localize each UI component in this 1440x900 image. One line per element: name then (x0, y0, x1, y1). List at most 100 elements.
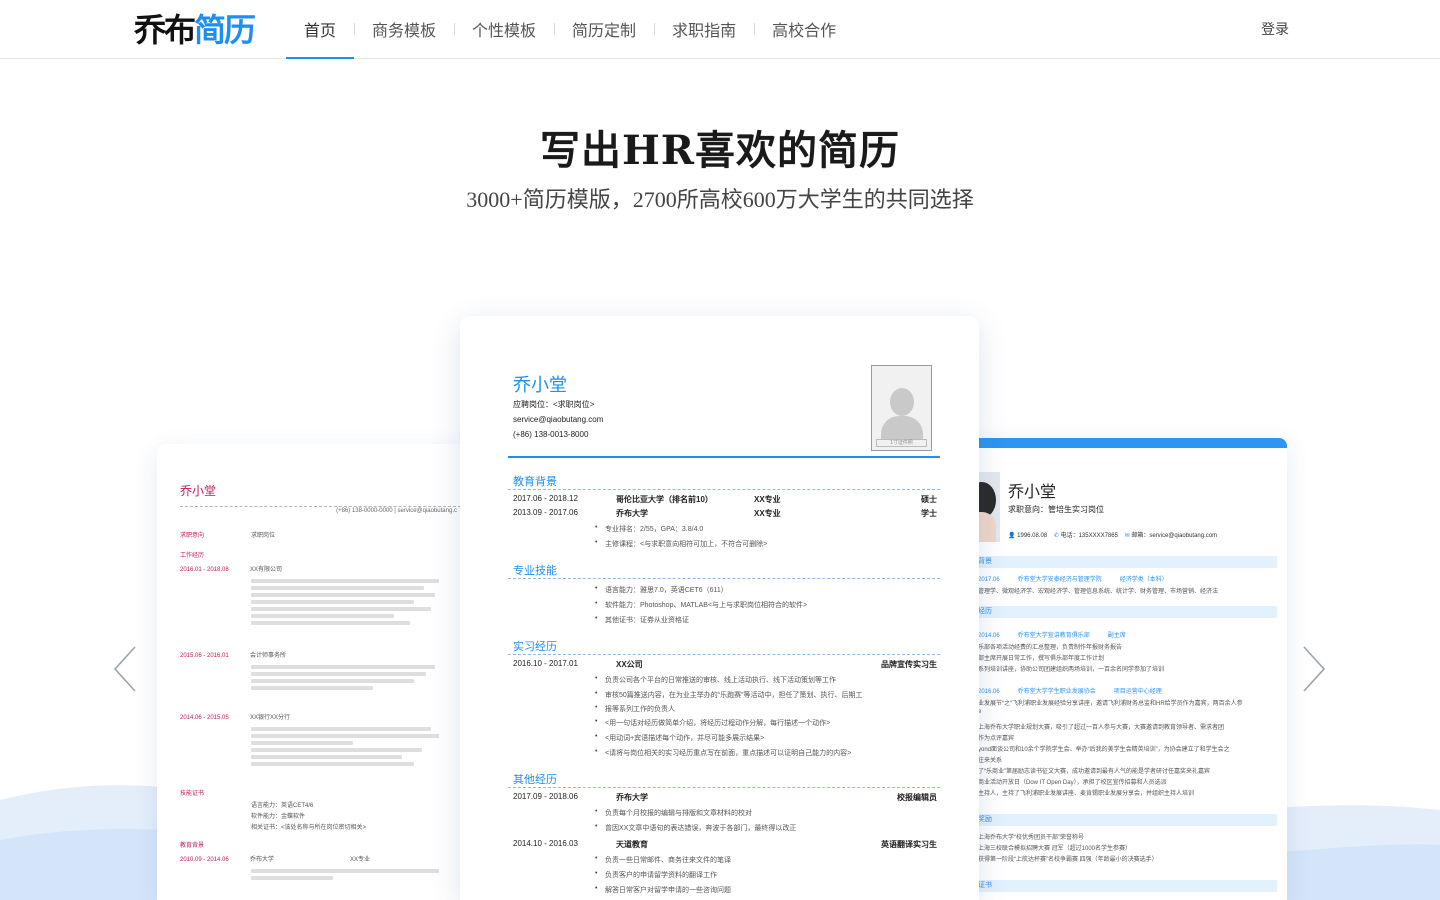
resume-left-section-skills: 技能证书 (180, 791, 205, 797)
resume-center-section-skills: 专业技能 (513, 564, 557, 577)
resume-right-row: 主持人，主持了飞利浦职业发展讲座、麦肯锡职业发展分享会，并组织主持人培训 (978, 791, 1195, 797)
bullet-item: 负责每个月校报的编辑与排版和文章材料的校对 (595, 808, 752, 818)
resume-left-entry: 2015.06 - 2016.01 会计师事务所 (180, 653, 287, 659)
resume-left-entry-text (251, 662, 455, 693)
resume-left-skill: 相关证书：<该处名称与所在岗位密切相关> (251, 825, 367, 831)
resume-right-section-bar: 经历 (978, 606, 1277, 618)
resume-right-meta: 👤 1996.08.08 ✆ 电话：135XXXX7865 ✉ 邮箱：servi… (1008, 533, 1218, 539)
resume-right-section-bar: 背景 (978, 556, 1277, 568)
resume-left-entry-text (251, 724, 455, 769)
resume-right-row: 获得第一阶段“上航达杯赛”名校争霸赛 四强（年龄最小的决赛选手） (978, 857, 1158, 863)
bullet-item: 负责客户的申请留学资料的翻译工作 (595, 870, 717, 880)
top-header: 乔布 简历 首页 商务模板 个性模板 简历定制 求职指南 高校合作 登录 (0, 0, 1440, 59)
site-logo[interactable]: 乔布 简历 (134, 8, 256, 49)
resume-right-section-bar: 奖励 (978, 814, 1277, 826)
divider (508, 787, 940, 788)
photo-caption: 1寸证件照 (876, 439, 927, 447)
resume-right-row: 作为点评嘉宾 (978, 736, 1015, 742)
resume-center-phone: (+86) 138-0013-8000 (513, 430, 589, 439)
bullet-item: <请将与岗位相关的实习经历重点写在前面，重点描述可以证明自己能力的内容> (595, 748, 851, 758)
bullet-item: 软件能力：Photoshop、MATLAB<与上与求职岗位相符合的软件> (595, 600, 807, 610)
resume-left-entry-text (251, 576, 455, 628)
hero-subtitle: 3000+简历模版，2700所高校600万大学生的共同选择 (466, 187, 974, 212)
resume-photo-placeholder: 1寸证件照 (871, 365, 932, 451)
resume-center-email: service@qiaobutang.com (513, 415, 604, 424)
chevron-right-icon[interactable] (1302, 645, 1326, 693)
resume-right-name: 乔小堂 (1008, 482, 1057, 501)
divider (508, 578, 940, 579)
resume-left-intent-value: 求职岗位 (251, 533, 276, 539)
resume-right-row: 上海乔布大学职业规划大赛，吸引了超过一百人参与大赛，大赛邀请到教育领导者、需求者… (978, 725, 1225, 731)
resume-right-row: 往来关系 (978, 758, 1003, 764)
divider (180, 506, 461, 507)
bullet-item: 负责一些日常邮件、商务往来文件的笔译 (595, 855, 731, 865)
resume-left-entry-text (251, 866, 455, 883)
resume-right-row: 部主席开展日常工作，撰写俱乐部年度工作计划 (978, 656, 1105, 662)
resume-center-name: 乔小堂 (513, 375, 567, 396)
resume-card-center[interactable]: 乔小堂 应聘岗位：<求职岗位> service@qiaobutang.com (… (460, 316, 979, 900)
resume-left-contact: (+86) 138-0000-0000 | service@qiaobutang… (336, 508, 457, 514)
bullet-item: 曾因XX文章中语句的表达错误，奔波于各部门，最终得以改正 (595, 823, 796, 833)
other-row: 2014.10 - 2016.03 天道教育 英语翻译实习生 (513, 839, 937, 849)
hero-title: 写出HR喜欢的简历 (539, 127, 901, 174)
bullet-continuation: 报等系列工作的负责人 (595, 704, 675, 714)
resume-left-entry: 2016.01 - 2018.08 XX有限公司 (180, 567, 283, 573)
bullet-item: 审核50篇推送内容，在为业主举办的“乐跑赛”等活动中，担任了策划、执行、后期工 (595, 690, 862, 700)
resume-center-section-internship: 实习经历 (513, 640, 557, 653)
internship-row: 2016.10 - 2017.01 XX公司 品牌宣传实习生 (513, 659, 937, 669)
bullet-item: 其他证书：证券从业资格证 (595, 615, 689, 625)
resume-left-skill: 软件能力：金蝶软件 (251, 814, 306, 820)
resume-card-right[interactable]: 乔小堂 求职意向：管培生实习岗位 👤 1996.08.08 ✆ 电话：135XX… (978, 438, 1287, 900)
nav-item-custom-resume[interactable]: 简历定制 (554, 0, 654, 58)
main-nav: 首页 商务模板 个性模板 简历定制 求职指南 高校合作 (286, 0, 854, 59)
bullet-item: 语言能力：雅思7.0，英语CET6（611） (595, 585, 728, 595)
resume-right-row: 2017.06 乔布堂大学安泰经济与管理学院 经济学类（本科） (978, 577, 1168, 583)
resume-left-entry: 2014.06 - 2015.05 XX银行XX分行 (180, 715, 291, 721)
resume-center-position: 应聘岗位：<求职岗位> (513, 400, 595, 409)
bullet-item: 解答日常客户对留学申请的一些咨询问题 (595, 885, 731, 895)
bullet-item: 负责公司各个平台的日常推送的审核、线上活动执行、线下活动策划等工作 (595, 675, 836, 685)
resume-right-row: yond面谈公司和10余个学院学生会、举办“后我的美学生会精英培训”，为协会建立… (978, 747, 1230, 753)
resume-right-row: 上海三校联合模拟招聘大赛 冠军（超过1000名学生参赛） (978, 846, 1132, 852)
resume-center-section-education: 教育背景 (513, 475, 557, 488)
logo-text-part1: 乔布 (134, 11, 196, 49)
education-row: 2017.06 - 2018.12 哥伦比亚大学（排名前10） XX专业 硕士 (513, 494, 937, 504)
resume-right-job: 求职意向：管培生实习岗位 (1008, 505, 1104, 514)
nav-item-personal-templates[interactable]: 个性模板 (454, 0, 554, 58)
resume-right-row: 上海乔布大学“校优秀团员干部”荣誉称号 (978, 835, 1084, 841)
resume-left-skill: 语言能力：英语CET4/6 (251, 803, 314, 809)
bullet-item: 专业排名：2/55，GPA：3.8/4.0 (595, 524, 703, 534)
login-link[interactable]: 登录 (1261, 19, 1289, 39)
resume-left-name: 乔小堂 (180, 484, 217, 498)
resume-right-row: 了“乐商业”第届励志读书征文大赛，成功邀请到最有人气的能是学者研讨任嘉奖来礼嘉宾 (978, 769, 1210, 775)
divider (508, 456, 940, 458)
resume-right-row: 2014.06 乔布堂大学宣讲教育俱乐部 副主席 (978, 633, 1126, 639)
resume-right-row: e (978, 709, 982, 715)
nav-item-university-cooperation[interactable]: 高校合作 (754, 0, 854, 58)
resume-right-row: 乐部各项活动经费的汇总整理，负责制作年报财务报告 (978, 645, 1123, 651)
resume-right-row: 系列培训讲座，协助公司团建组织两场培训，一百余名同学参加了培训 (978, 667, 1165, 673)
resume-center-section-other: 其他经历 (513, 773, 557, 786)
nav-item-job-guide[interactable]: 求职指南 (654, 0, 754, 58)
resume-card-left[interactable]: 乔小堂 (+86) 138-0000-0000 | service@qiaobu… (157, 444, 461, 900)
other-row: 2017.09 - 2018.06 乔布大学 校报编辑员 (513, 792, 937, 802)
resume-left-entry: 2010.09 - 2014.06 乔布大学 XX专业 (180, 857, 371, 863)
user-icon: 👤 (1008, 533, 1016, 539)
logo-text-part2: 简历 (194, 11, 256, 49)
resume-left-section-education: 教育背景 (180, 843, 205, 849)
resume-right-row: 商业活动开放日（Dow IT Open Day），承担了校区宣传招募和人员选派 (978, 780, 1167, 786)
divider (508, 489, 940, 490)
chevron-left-icon[interactable] (113, 645, 137, 693)
resume-left-section-intent: 求职意向 (180, 533, 205, 539)
resume-right-row: 业发展节“之“飞利浦职业发展经验分享讲座，邀请飞利浦财务总监和HR给学员作为嘉宾… (978, 701, 1243, 707)
divider (508, 654, 940, 655)
nav-item-business-templates[interactable]: 商务模板 (354, 0, 454, 58)
mail-icon: ✉ (1124, 533, 1130, 539)
bullet-item: <用一句话对经历做简单介绍，将经历过程动作分解，每行描述一个动作> (595, 718, 830, 728)
resume-right-row: 管理学、微观经济学、宏观经济学、管理信息系统、统计学、财务管理、市场营销、经济法 (978, 589, 1219, 595)
bullet-item: <用动词+宾语描述每个动作，并尽可能多展示结果> (595, 733, 764, 743)
nav-item-home[interactable]: 首页 (286, 0, 355, 59)
phone-icon: ✆ (1053, 533, 1059, 539)
resume-right-row: 2016.06 乔布堂大学学生职业发展协会 项目运营中心经理 (978, 689, 1162, 695)
resume-right-section-bar: 证书 (978, 880, 1277, 892)
